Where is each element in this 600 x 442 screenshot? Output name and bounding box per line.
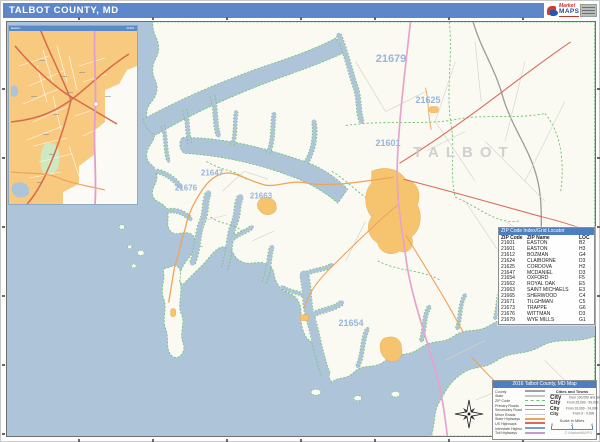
legend-line-sample	[525, 400, 545, 401]
legend-line-sample	[525, 432, 545, 434]
grid-ticks-left	[2, 21, 5, 437]
city-size-row: CityFrom 0 - 9,999	[550, 411, 594, 416]
legend-title: 2016 Talbot County, MD Map	[493, 381, 596, 388]
legend-line-sample	[525, 405, 545, 406]
map-page: TALBOT COUNTY, MD Market MAPS	[0, 0, 600, 442]
zip-table-body: 21601EASTONB221601EASTONH321612BOZMANG42…	[499, 241, 594, 324]
inset-zip: 21601	[127, 27, 135, 30]
inset-title-bar: Easton 21601	[9, 26, 137, 31]
legend-line-sample	[525, 422, 545, 424]
city-rows: CityOver 100,000 and aboveCityFrom 25,00…	[550, 395, 594, 417]
inset-title: Easton	[11, 27, 20, 30]
legend-line-sample	[525, 409, 545, 410]
legend-line-list: CountyStateZIP CodePrimary RoadsSecondar…	[495, 389, 550, 435]
legend-line-sample	[525, 414, 545, 415]
legend-line-sample	[525, 427, 545, 429]
compass-rose-icon	[454, 399, 484, 429]
inset-canvas	[9, 26, 137, 204]
county-name-label: TALBOT	[413, 144, 515, 161]
legend-line-sample	[525, 395, 545, 397]
zip-index-table: ZIP Code Index/Grid Locator ZIP Code ZIP…	[498, 227, 595, 325]
page-title: TALBOT COUNTY, MD	[3, 3, 544, 18]
map-legend: 2016 Talbot County, MD Map CountyStateZI…	[492, 380, 597, 440]
grid-ticks-top	[6, 17, 596, 20]
inset-map-easton: Easton 21601	[8, 25, 138, 205]
legend-line-sample	[525, 390, 545, 392]
scale-bar: Scale in Miles 024	[550, 419, 594, 430]
logo-icon	[546, 5, 558, 17]
legend-line-sample	[525, 418, 545, 420]
copyright-text: © MarketMAPS	[550, 430, 594, 435]
zip-table-row: 21679WYE MILLSG1	[499, 318, 594, 324]
logo-address-box	[580, 4, 597, 17]
legend-item: Toll Highways	[495, 430, 550, 435]
zip-table-title: ZIP Code Index/Grid Locator	[499, 228, 594, 235]
